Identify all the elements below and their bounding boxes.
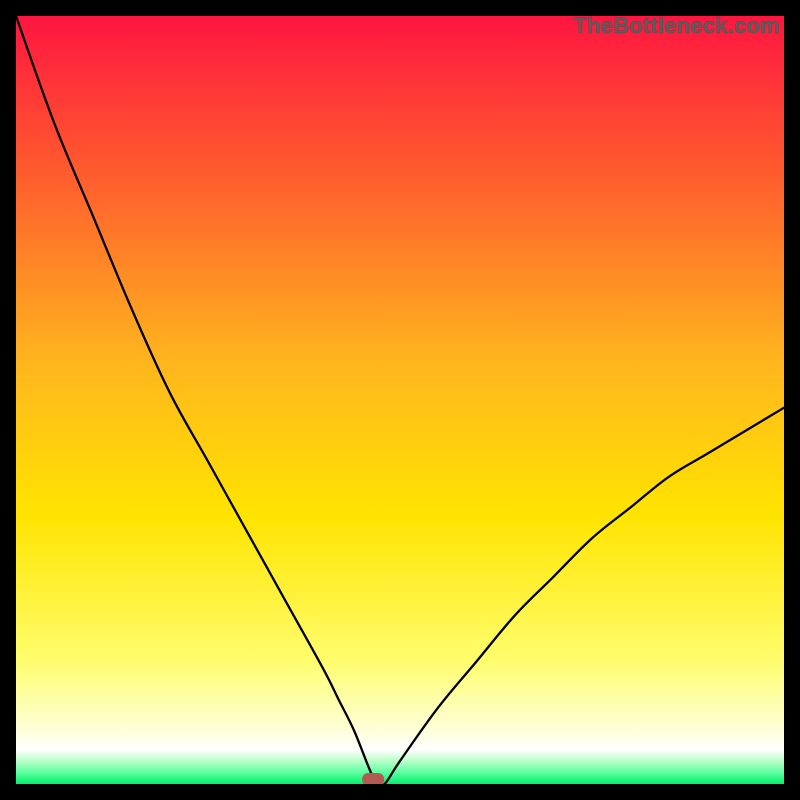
chart-frame: TheBottleneck.com [16, 16, 784, 784]
watermark-text: TheBottleneck.com [574, 13, 780, 39]
chart-overlay [16, 16, 784, 784]
bottleneck-curve [16, 16, 784, 784]
optimum-marker [362, 773, 384, 784]
